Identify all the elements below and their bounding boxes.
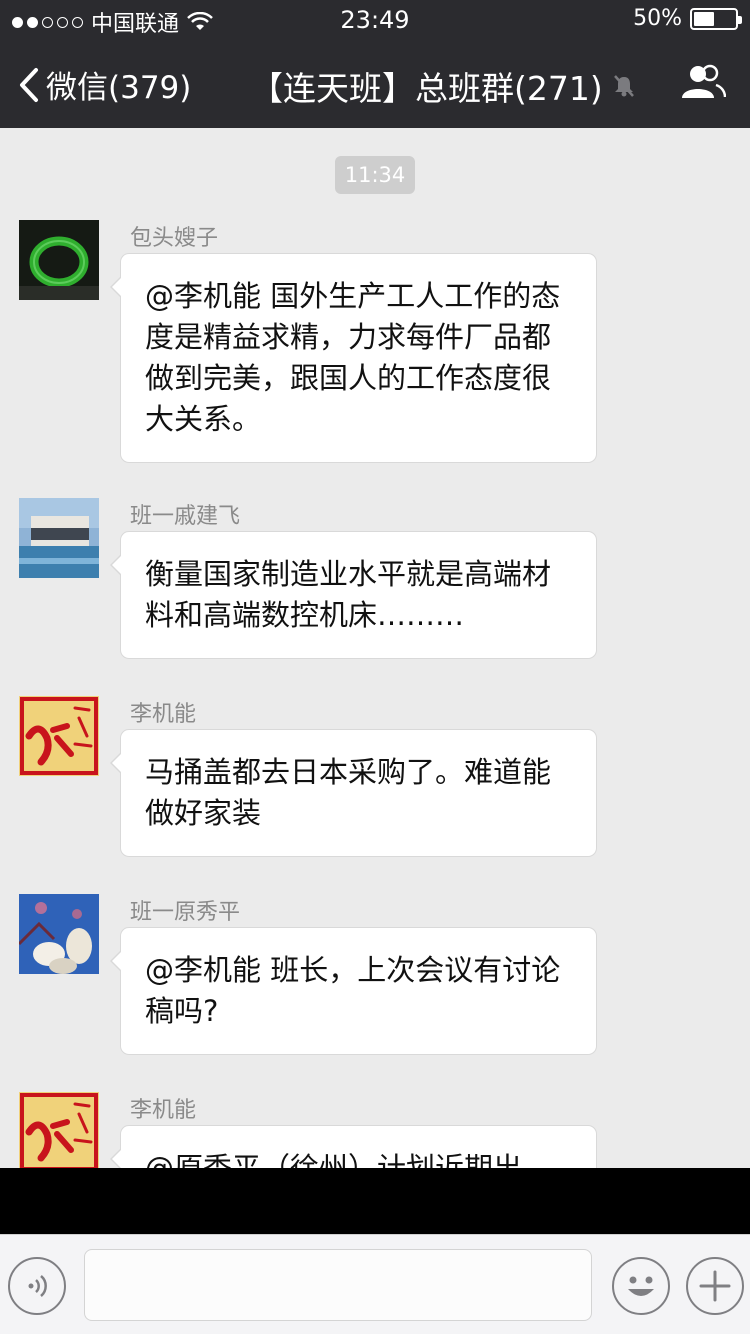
chat-timestamp: 11:34 [335,156,415,194]
more-button[interactable] [686,1257,744,1315]
mute-bell-icon [613,75,634,97]
nav-bar: 微信(379) 【连天班】总班群(271) [0,40,750,128]
message-input[interactable] [84,1249,592,1321]
group-members-icon [682,64,727,98]
emoji-icon [628,1276,654,1296]
emoji-button[interactable] [612,1257,670,1315]
chat-title-text: 【连天班】总班群(271) [250,69,603,108]
message-bubble[interactable]: @李机能 班长，上次会议有讨论稿吗? [110,927,597,1055]
avatar[interactable] [19,1092,99,1168]
voice-icon [28,1275,47,1297]
input-bar [0,1234,750,1334]
back-label: 微信(379) [46,70,192,106]
avatar[interactable] [19,696,99,776]
jade-bangle-avatar-icon [19,220,99,300]
avatar[interactable] [19,220,99,300]
chat-title: 【连天班】总班群(271) [250,62,637,110]
red-calligraphy-avatar-icon [19,1092,99,1168]
battery-icon [690,7,742,30]
modern-house-avatar-icon [19,498,99,578]
message-bubble[interactable]: @李机能 国外生产工人工作的态度是精益求精，力求每件厂品都做到完美，跟国人的工作… [110,253,597,463]
top-bar: 中国联通 23:49 50% 微信(379) 【连天班】总班群(271) [0,0,750,128]
plus-icon [699,1270,731,1302]
back-button[interactable]: 微信(379) [18,62,191,107]
sender-name: 班一原秀平 [130,900,241,925]
magnolia-flower-avatar-icon [19,894,99,974]
battery-percent: 50% [633,6,682,31]
avatar[interactable] [19,498,99,578]
red-calligraphy-avatar-icon [19,696,99,776]
sender-name: 包头嫂子 [130,226,219,251]
status-bar: 中国联通 23:49 50% [0,0,750,40]
voice-button[interactable] [8,1257,66,1315]
screen-divider-bar [0,1168,750,1234]
chat-area[interactable]: 11:34 包头嫂子 @李机能 国外生产工人工作的态度是精益求精，力求每件厂品都… [0,128,750,1168]
message-bubble[interactable]: @原秀平（徐州）计划近期出 [110,1125,597,1168]
sender-name: 李机能 [130,702,197,727]
status-right: 50% [633,6,742,31]
sender-name: 李机能 [130,1098,197,1123]
avatar[interactable] [19,894,99,974]
battery-fill [694,11,714,26]
chevron-left-icon [20,67,38,102]
message-bubble[interactable]: 衡量国家制造业水平就是高端材料和高端数控机床……… [110,531,597,659]
message-bubble[interactable]: 马捅盖都去日本采购了。难道能做好家装 [110,729,597,857]
sender-name: 班一戚建飞 [130,504,241,529]
group-info-button[interactable] [680,64,727,104]
